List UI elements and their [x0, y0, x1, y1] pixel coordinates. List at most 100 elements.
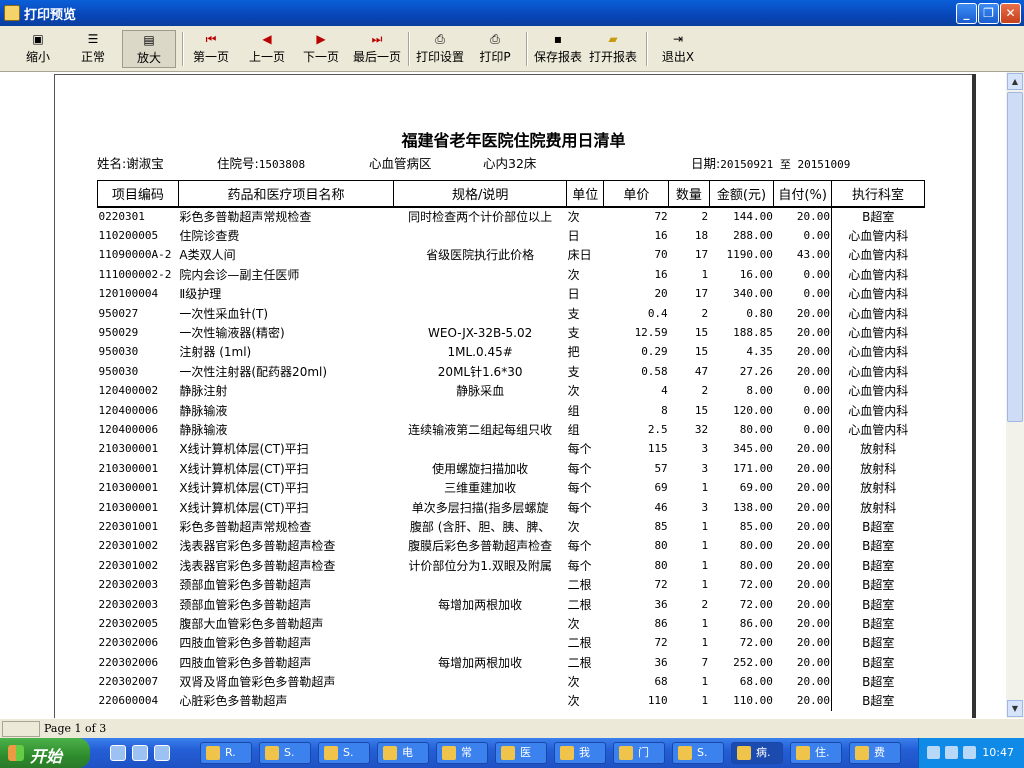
- ie-quicklaunch-icon[interactable]: [110, 745, 126, 761]
- scroll-up-button[interactable]: ▲: [1007, 73, 1023, 90]
- table-cell: 220302006: [98, 655, 159, 669]
- system-tray: 10:47: [918, 738, 1024, 768]
- table-cell: 二根: [567, 655, 592, 670]
- open-report-button[interactable]: ▰ 打开报表: [588, 30, 638, 68]
- table-cell: 每个: [567, 558, 592, 573]
- table-cell: 1: [701, 578, 709, 592]
- taskbar-button[interactable]: 费: [849, 742, 901, 764]
- table-cell: 20.00: [796, 539, 830, 553]
- table-cell: 每个: [567, 481, 592, 496]
- app-icon: [383, 746, 397, 760]
- table-cell: 次: [567, 210, 580, 225]
- shrink-button[interactable]: ▣ 缩小: [14, 30, 62, 68]
- zoom-button[interactable]: ▤ 放大: [122, 30, 176, 68]
- taskbar-button[interactable]: 常: [436, 742, 488, 764]
- preview-area[interactable]: 福建省老年医院住院费用日清单 姓名:谢淑宝 住院号:1503808 心血管病区 …: [0, 72, 1006, 718]
- prev-page-button[interactable]: ◀ 上一页: [244, 30, 290, 68]
- network-icon[interactable]: [945, 746, 958, 759]
- toolbar-separator: [646, 32, 648, 66]
- taskbar-button[interactable]: R.: [200, 742, 252, 764]
- taskbar-button[interactable]: S.: [259, 742, 311, 764]
- taskbar-button[interactable]: 电: [377, 742, 429, 764]
- table-cell: 0.00: [803, 287, 830, 301]
- normal-button[interactable]: ☰ 正常: [68, 30, 118, 68]
- table-cell: 腹部 (含肝、胆、胰、脾、: [409, 519, 551, 534]
- table-cell: 次: [567, 519, 580, 534]
- table-cell: X线计算机体层(CT)平扫: [179, 461, 309, 476]
- table-cell: 111000002-2: [98, 267, 172, 281]
- table-row: 220302003 颈部血管彩色多普勒超声 每增加两根加收 二根 36 2 72.00 20.…: [98, 594, 925, 614]
- tray-arrow-icon[interactable]: [927, 746, 940, 759]
- table-cell: 1: [701, 694, 709, 708]
- start-button[interactable]: 开始: [0, 738, 90, 768]
- minimize-button[interactable]: _: [956, 3, 977, 24]
- table-cell: 47: [694, 364, 709, 378]
- browser-quicklaunch-icon[interactable]: [132, 745, 148, 761]
- table-cell: 950030: [98, 345, 139, 359]
- taskbar-button[interactable]: S.: [318, 742, 370, 764]
- column-header: 单价: [603, 180, 670, 208]
- scroll-down-button[interactable]: ▼: [1007, 700, 1023, 717]
- print-button[interactable]: ⎙ 打印P: [474, 30, 516, 68]
- table-cell: 32: [694, 422, 709, 436]
- table-cell: 20.00: [796, 675, 830, 689]
- table-cell: 彩色多普勒超声常规检查: [179, 519, 312, 534]
- vertical-scrollbar[interactable]: ▲ ▼: [1006, 72, 1024, 718]
- table-cell: 浅表器官彩色多普勒超声检查: [179, 558, 336, 573]
- taskbar-button[interactable]: 门: [613, 742, 665, 764]
- patient-name: 姓名:谢淑宝: [97, 156, 164, 171]
- taskbar-button[interactable]: S.: [672, 742, 724, 764]
- app-icon: [560, 746, 574, 760]
- table-cell: 20.00: [796, 616, 830, 630]
- table-cell: 220302003: [98, 578, 159, 592]
- taskbar-button[interactable]: 住.: [790, 742, 842, 764]
- table-cell: B超室: [830, 516, 925, 537]
- desktop-quicklaunch-icon[interactable]: [154, 745, 170, 761]
- table-cell: 0.00: [803, 403, 830, 417]
- next-page-button[interactable]: ▶ 下一页: [298, 30, 344, 68]
- volume-icon[interactable]: [963, 746, 976, 759]
- table-cell: B超室: [830, 555, 925, 575]
- table-cell: 86.00: [739, 616, 773, 630]
- table-cell: 四肢血管彩色多普勒超声: [179, 636, 312, 651]
- table-cell: 252.00: [733, 655, 773, 669]
- table-cell: 每增加两根加收: [438, 655, 523, 670]
- table-cell: 一次性采血针(T): [179, 306, 269, 321]
- table-cell: 三维重建加收: [444, 481, 517, 496]
- restore-button[interactable]: ❐: [978, 3, 999, 24]
- table-cell: B超室: [830, 206, 925, 226]
- table-row: 11090000A-2 A类双人间 省级医院执行此价格 床日 70 17 1190.00 43…: [98, 245, 925, 265]
- table-cell: B超室: [830, 613, 925, 634]
- table-cell: 220600004: [98, 694, 159, 708]
- table-cell: 组: [567, 422, 580, 437]
- table-cell: B超室: [830, 594, 925, 614]
- close-button[interactable]: ✕: [1000, 3, 1021, 24]
- scroll-thumb[interactable]: [1007, 92, 1023, 422]
- exit-button[interactable]: ⇥ 退出X: [658, 30, 698, 68]
- print-setup-button[interactable]: ⎙ 打印设置: [414, 30, 466, 68]
- fee-table: 项目编码 药品和医疗项目名称 规格/说明 单位 单价 数量 金额(元) 自付(%) 执行科室 0…: [97, 180, 926, 711]
- table-cell: 次: [567, 384, 580, 399]
- table-cell: 每个: [567, 442, 592, 457]
- table-cell: X线计算机体层(CT)平扫: [179, 442, 309, 457]
- last-page-icon: ⏭: [371, 32, 383, 46]
- last-page-button[interactable]: ⏭ 最后一页: [350, 30, 404, 68]
- toolbar-separator: [408, 32, 410, 66]
- table-cell: [394, 614, 567, 633]
- table-row: 220302005 腹部大血管彩色多普勒超声 次 86 1 86.00 20.00 B超室: [98, 613, 925, 634]
- table-cell: 心血管内科: [830, 361, 925, 382]
- taskbar-button[interactable]: 我: [554, 742, 606, 764]
- first-page-button[interactable]: ⏮ 第一页: [188, 30, 234, 68]
- table-cell: [394, 226, 567, 245]
- table-row: 950027 一次性采血针(T) 支 0.4 2 0.80 20.00 心血管内科: [98, 303, 925, 323]
- taskbar-button[interactable]: 病.: [731, 742, 783, 764]
- table-cell: 20.00: [796, 326, 830, 340]
- table-cell: 心血管内科: [830, 245, 925, 265]
- taskbar-button[interactable]: 医: [495, 742, 547, 764]
- table-cell: 20.00: [796, 694, 830, 708]
- column-header: 金额(元): [708, 180, 775, 208]
- column-header: 数量: [668, 180, 710, 208]
- title-bar: 打印预览 _ ❐ ✕: [0, 0, 1024, 26]
- save-report-button[interactable]: ▪ 保存报表: [532, 30, 584, 68]
- table-cell: 210300001: [98, 442, 159, 456]
